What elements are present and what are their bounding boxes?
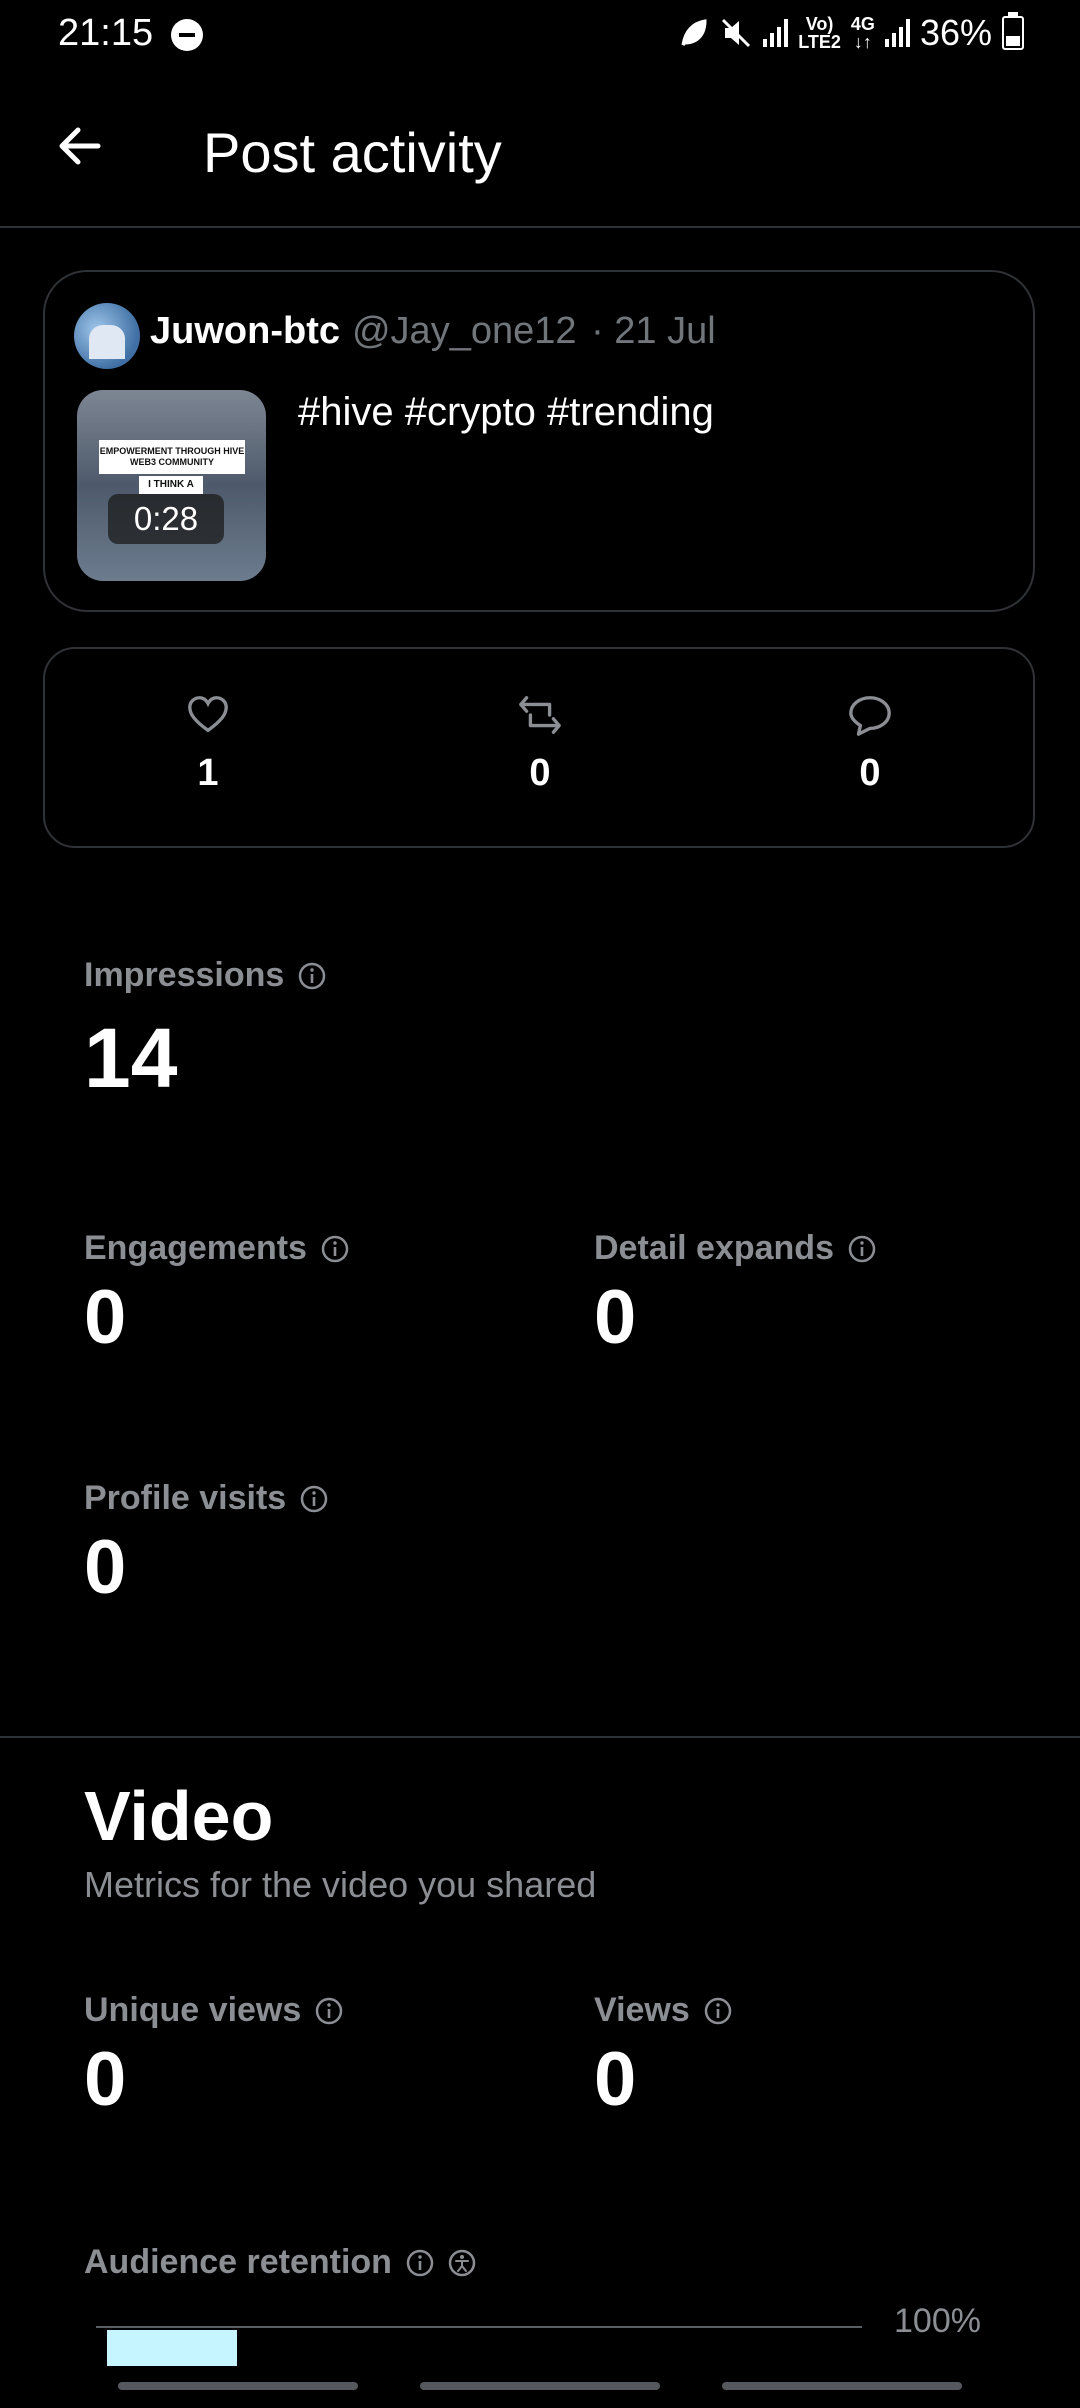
info-icon[interactable] [848,1235,876,1263]
info-icon[interactable] [315,1997,343,2025]
info-icon[interactable] [406,2249,434,2277]
nav-hint-right [722,2382,962,2390]
unique-views-label: Unique views [84,1991,343,2030]
detail-expands-value: 0 [594,1275,637,1360]
impressions-label: Impressions [84,956,326,995]
engagements-value: 0 [84,1275,127,1360]
post-author-line: Juwon-btc @Jay_one12 · 21 Jul [150,310,716,353]
heart-icon [188,696,228,733]
status-time: 21:15 [58,12,154,54]
views-label: Views [594,1991,732,2030]
thumbnail-subcaption: I THINK A [139,476,203,494]
author-handle: @Jay_one12 [351,310,577,352]
impressions-value: 14 [84,1011,178,1105]
do-not-disturb-icon [171,19,203,51]
info-icon[interactable] [321,1235,349,1263]
audience-retention-label: Audience retention [84,2243,476,2282]
detail-expands-label: Detail expands [594,1229,876,1268]
likes-count: 1 [197,752,219,794]
signal-icon [763,19,789,47]
page-title: Post activity [203,121,502,184]
leaf-icon [681,19,707,46]
battery-percent: 36% [919,12,992,53]
network-gen: 4G ↓↑ [850,14,875,52]
thumbnail-caption: EMPOWERMENT THROUGH HIVE WEB3 COMMUNITY [99,440,245,474]
avatar[interactable] [74,303,140,369]
post-text: #hive #crypto #trending [298,390,714,434]
video-section-subtitle: Metrics for the video you shared [84,1864,597,1905]
app-header [0,70,1080,228]
reply-icon [849,696,891,736]
post-date: · 21 Jul [591,310,716,352]
profile-visits-label: Profile visits [84,1479,328,1518]
views-value: 0 [594,2037,637,2122]
status-bar: 21:15 Vo) LTE2 4G ↓↑ 36% [0,0,1080,70]
reposts-count: 0 [529,752,551,794]
mute-icon [722,18,751,48]
accessibility-icon[interactable] [448,2249,476,2277]
profile-visits-value: 0 [84,1525,127,1610]
reposts-stat[interactable]: 0 [480,692,600,795]
status-indicators: Vo) LTE2 4G ↓↑ 36% [677,12,1024,54]
author-name[interactable]: Juwon-btc [150,310,340,352]
nav-hint-left [118,2382,358,2390]
video-thumbnail[interactable]: EMPOWERMENT THROUGH HIVE WEB3 COMMUNITY … [77,390,266,581]
replies-count: 0 [859,752,881,794]
retention-max-label: 100% [894,2302,981,2340]
likes-stat[interactable]: 1 [148,692,268,795]
signal-icon-2 [884,19,910,47]
retention-axis [96,2326,862,2328]
replies-stat[interactable]: 0 [810,692,930,795]
video-section-title: Video [84,1777,274,1855]
info-icon[interactable] [300,1485,328,1513]
battery-icon [1002,12,1024,50]
back-arrow-icon[interactable] [52,118,108,174]
repost-icon [519,696,561,734]
unique-views-value: 0 [84,2037,127,2122]
info-icon[interactable] [298,962,326,990]
network-type: Vo) LTE2 [798,14,841,52]
section-divider [0,1736,1080,1738]
retention-bar [107,2330,237,2366]
engagements-label: Engagements [84,1229,349,1268]
nav-hint-center [420,2382,660,2390]
info-icon[interactable] [704,1997,732,2025]
video-duration: 0:28 [108,494,224,544]
